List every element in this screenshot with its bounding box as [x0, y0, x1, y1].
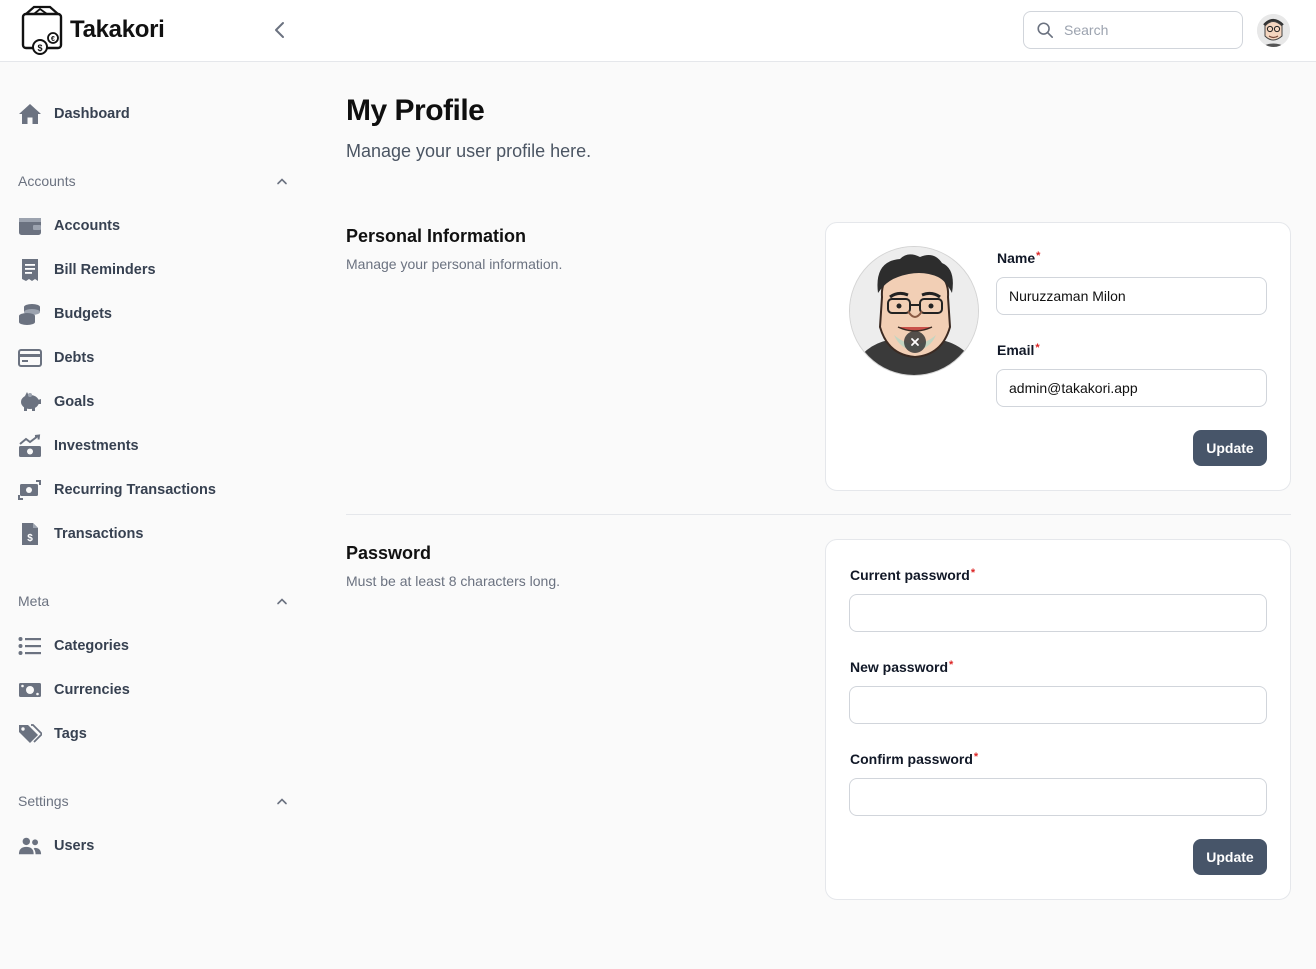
credit-card-icon — [18, 346, 42, 370]
sidebar-item-label: Accounts — [54, 218, 121, 234]
close-icon — [911, 338, 919, 346]
search-icon — [1037, 22, 1054, 39]
new-password-label-text: New password — [850, 659, 949, 675]
personal-info-description: Manage your personal information. — [346, 256, 563, 272]
email-label: Email* — [997, 342, 1040, 358]
sidebar-item-label: Budgets — [54, 306, 112, 322]
receipt-icon — [18, 258, 42, 282]
sidebar-item-goals[interactable]: Goals — [18, 384, 288, 420]
app-name: Takakori — [70, 16, 165, 43]
required-marker: * — [1036, 250, 1041, 262]
password-description: Must be at least 8 characters long. — [346, 573, 560, 589]
required-marker: * — [970, 567, 976, 579]
wallet-icon — [18, 214, 42, 238]
confirm-password-field[interactable] — [849, 778, 1267, 816]
required-marker: * — [949, 659, 954, 671]
required-marker: * — [973, 751, 979, 763]
sidebar: Dashboard Accounts Accounts Bill Reminde… — [0, 63, 310, 969]
personal-info-card: Name* Email* Update — [825, 222, 1291, 491]
sidebar-item-budgets[interactable]: Budgets — [18, 296, 288, 332]
coins-stack-icon — [18, 302, 42, 326]
new-password-label: New password* — [850, 659, 953, 675]
sidebar-item-recurring-transactions[interactable]: Recurring Transactions — [18, 472, 288, 508]
new-password-field[interactable] — [849, 686, 1267, 724]
confirm-password-label: Confirm password* — [850, 751, 978, 767]
section-divider — [346, 514, 1291, 515]
update-password-button[interactable]: Update — [1193, 839, 1267, 875]
group-toggle-settings[interactable]: Settings — [18, 789, 288, 813]
sidebar-item-debts[interactable]: Debts — [18, 340, 288, 376]
current-password-label: Current password* — [850, 567, 975, 583]
sidebar-item-accounts[interactable]: Accounts — [18, 208, 288, 244]
search-box[interactable] — [1023, 11, 1243, 49]
confirm-password-label-text: Confirm password — [850, 751, 973, 767]
name-label: Name* — [997, 250, 1040, 266]
page-title: My Profile — [346, 94, 485, 127]
chevron-up-icon — [277, 598, 287, 605]
sidebar-item-label: Tags — [54, 726, 87, 742]
sidebar-item-tags[interactable]: Tags — [18, 716, 288, 752]
search-input[interactable] — [1064, 22, 1224, 38]
sidebar-item-users[interactable]: Users — [18, 828, 288, 864]
sidebar-item-label: Currencies — [54, 682, 130, 698]
tags-icon — [18, 722, 42, 746]
home-icon — [18, 102, 42, 126]
group-toggle-meta[interactable]: Meta — [18, 589, 288, 613]
chevron-up-icon — [277, 798, 287, 805]
page-subtitle: Manage your user profile here. — [346, 141, 592, 161]
sidebar-item-bill-reminders[interactable]: Bill Reminders — [18, 252, 288, 288]
sidebar-item-label: Goals — [54, 394, 95, 410]
personal-info-title: Personal Information — [346, 226, 527, 246]
sidebar-item-label: Investments — [54, 438, 139, 454]
current-password-label-text: Current password — [850, 567, 970, 583]
sidebar-item-currencies[interactable]: Currencies — [18, 672, 288, 708]
sidebar-item-dashboard[interactable]: Dashboard — [18, 96, 288, 132]
name-label-text: Name — [997, 250, 1036, 266]
update-profile-button[interactable]: Update — [1193, 430, 1267, 466]
sidebar-item-categories[interactable]: Categories — [18, 628, 288, 664]
sidebar-item-investments[interactable]: Investments — [18, 428, 288, 464]
password-title: Password — [346, 543, 432, 563]
chart-money-icon — [18, 434, 42, 458]
sidebar-item-transactions[interactable]: $ Transactions — [18, 516, 288, 552]
password-card: Current password* New password* Confirm … — [825, 539, 1291, 900]
sidebar-item-label: Recurring Transactions — [54, 482, 216, 498]
chevron-left-icon — [275, 22, 284, 38]
piggy-bank-icon — [18, 390, 42, 414]
users-icon — [18, 834, 42, 858]
sidebar-item-label: Users — [54, 838, 95, 854]
recurring-money-icon — [18, 478, 42, 502]
email-label-text: Email — [997, 342, 1035, 358]
name-field[interactable] — [996, 277, 1267, 315]
email-field[interactable] — [996, 369, 1267, 407]
sidebar-item-label: Debts — [54, 350, 95, 366]
group-label: Settings — [18, 793, 69, 809]
svg-text:$: $ — [37, 43, 42, 53]
banknote-icon — [18, 678, 42, 702]
sidebar-item-label: Transactions — [54, 526, 144, 542]
sidebar-item-label: Categories — [54, 638, 129, 654]
group-label: Accounts — [18, 173, 76, 189]
user-avatar[interactable] — [1257, 14, 1290, 47]
collapse-sidebar-button[interactable] — [268, 19, 290, 41]
top-bar: $ € Takakori — [0, 0, 1316, 62]
profile-avatar[interactable] — [849, 246, 979, 376]
app-logo[interactable]: $ € Takakori — [20, 4, 165, 56]
group-toggle-accounts[interactable]: Accounts — [18, 169, 288, 193]
user-face-icon — [1257, 14, 1290, 47]
current-password-field[interactable] — [849, 594, 1267, 632]
remove-avatar-button[interactable] — [904, 331, 926, 353]
required-marker: * — [1035, 342, 1040, 354]
sidebar-item-label: Dashboard — [54, 106, 130, 122]
group-label: Meta — [18, 593, 50, 609]
list-icon — [18, 634, 42, 658]
svg-text:€: € — [51, 36, 55, 43]
chevron-up-icon — [277, 178, 287, 185]
svg-text:$: $ — [27, 533, 33, 544]
caricature-portrait-icon — [850, 247, 978, 375]
sidebar-item-label: Bill Reminders — [54, 262, 156, 278]
invoice-dollar-icon: $ — [18, 522, 42, 546]
wallet-logo-icon: $ € — [21, 5, 63, 55]
